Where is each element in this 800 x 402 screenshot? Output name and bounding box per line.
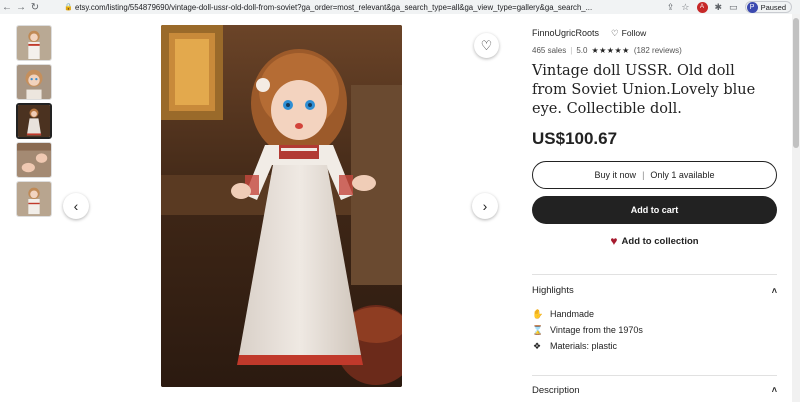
highlight-label: Handmade [550,309,595,319]
main-product-image[interactable] [161,25,402,387]
listing-panel: FinnoUgricRoots ♡ Follow 465 sales | 5.0… [532,26,778,354]
add-to-cart-button[interactable]: Add to cart [532,196,777,224]
listing-title: Vintage doll USSR. Old doll from Soviet … [532,63,756,117]
extension-badge-icon[interactable]: A [696,1,708,13]
chevron-right-icon: › [482,198,488,214]
chevron-up-icon: ˄ [771,385,777,395]
share-icon[interactable]: ⇪ [667,2,675,13]
add-to-collection-label: Add to collection [621,235,699,247]
reload-icon[interactable]: ↻ [28,2,42,13]
thumbnail-5[interactable] [16,181,52,217]
availability-label: Only 1 available [650,170,715,180]
highlight-item: ✋ Handmade [532,306,778,322]
divider: | [642,170,645,180]
highlights-list: ✋ Handmade ⌛ Vintage from the 1970s ❖ Ma… [532,306,778,354]
reviews-count[interactable]: (182 reviews) [634,46,682,55]
highlight-label: Vintage from the 1970s [550,325,643,335]
thumbnail-1[interactable] [16,25,52,61]
thumbnail-4[interactable] [16,142,52,178]
highlight-item: ❖ Materials: plastic [532,338,778,354]
shop-rating-row: 465 sales | 5.0 ★★★★★ (182 reviews) [532,45,778,55]
highlights-heading: Highlights [532,285,574,296]
highlight-item: ⌛ Vintage from the 1970s [532,322,778,338]
browser-toolbar: ← → ↻ 🔒 etsy.com/listing/554879690/vinta… [0,0,800,14]
profile-paused-button[interactable]: P Paused [744,1,792,13]
previous-image-button[interactable]: ‹ [63,193,89,219]
description-heading: Description [532,385,580,396]
vintage-icon: ⌛ [532,324,544,335]
follow-button[interactable]: ♡ Follow [611,28,646,39]
sales-count: 465 sales [532,45,567,55]
heart-outline-icon: ♡ [480,37,493,53]
buy-now-label: Buy it now [594,170,637,180]
extensions-puzzle-icon[interactable]: ✱ [715,2,723,13]
back-arrow-icon[interactable]: ← [0,2,14,13]
chevron-left-icon: ‹ [73,198,79,214]
buy-now-button[interactable]: Buy it now | Only 1 available [532,161,777,189]
description-header[interactable]: Description ˄ [532,385,777,396]
section-divider [532,274,777,275]
address-bar[interactable]: 🔒 etsy.com/listing/554879690/vintage-dol… [64,1,664,13]
side-panel-icon[interactable]: ▭ [729,2,738,13]
url-text[interactable]: etsy.com/listing/554879690/vintage-doll-… [75,3,635,12]
favorite-button[interactable]: ♡ [474,33,499,58]
materials-icon: ❖ [532,340,542,351]
thumbnail-strip [16,25,52,220]
heart-filled-icon: ♥ [610,234,618,248]
star-rating-icon: ★★★★★ [591,45,630,55]
paused-label: Paused [760,2,786,12]
chevron-up-icon: ˄ [771,285,777,296]
section-divider [532,375,777,376]
price: US$100.67 [532,129,618,148]
lock-icon: 🔒 [64,4,73,11]
heart-outline-icon: ♡ [611,27,619,38]
rating-value: 5.0 [576,45,588,55]
scrollbar-thumb[interactable] [793,18,799,148]
thumbnail-2[interactable] [16,64,52,100]
add-to-collection-button[interactable]: ♥ Add to collection [532,234,777,248]
next-image-button[interactable]: › [472,193,498,219]
bookmark-star-icon[interactable]: ☆ [681,2,689,13]
hand-icon: ✋ [532,308,544,319]
avatar: P [746,1,758,13]
highlight-label: Materials: plastic [550,341,618,351]
shop-name-link[interactable]: FinnoUgricRoots [532,28,599,38]
separator: | [570,45,573,55]
thumbnail-3-selected[interactable] [16,103,52,139]
highlights-header[interactable]: Highlights ˄ [532,285,777,296]
forward-arrow-icon[interactable]: → [14,2,28,13]
follow-label: Follow [621,28,647,38]
